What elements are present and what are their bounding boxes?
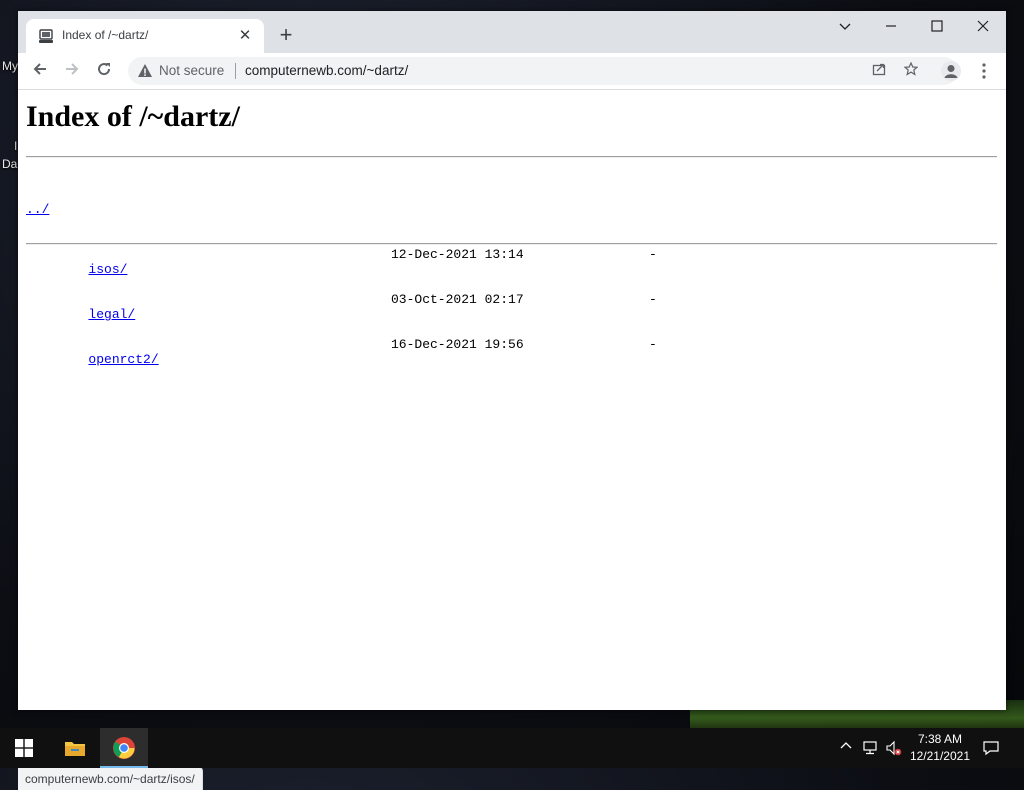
minimize-button[interactable] (868, 11, 914, 43)
taskbar-clock[interactable]: 7:38 AM 12/21/2021 (910, 731, 970, 765)
isos-link[interactable]: isos/ (88, 262, 127, 277)
taskbar: 7:38 AM 12/21/2021 (0, 728, 1024, 768)
forward-button[interactable] (60, 59, 84, 83)
warning-triangle-icon[interactable] (137, 63, 153, 79)
tab-strip: Index of /~dartz/ ✕ + (18, 11, 1006, 53)
arrow-left-icon (33, 63, 46, 75)
address-bar[interactable]: Not secure computernewb.com/~dartz/ (128, 57, 958, 85)
browser-window: Index of /~dartz/ ✕ + Not secure compute… (18, 11, 1006, 790)
desktop-label-da: Da (2, 157, 18, 171)
top-divider (26, 156, 997, 158)
show-hidden-icons-chevron-icon[interactable] (838, 740, 854, 756)
status-bubble: computernewb.com/~dartz/isos/ (18, 767, 203, 790)
file-explorer-button[interactable] (52, 728, 100, 768)
chrome-icon (113, 737, 135, 759)
clock-date: 12/21/2021 (909, 749, 970, 763)
tab-index-dartz[interactable]: Index of /~dartz/ ✕ (26, 19, 264, 53)
tab-close-icon[interactable]: ✕ (236, 27, 254, 45)
start-button[interactable] (0, 728, 48, 768)
browser-toolbar: Not secure computernewb.com/~dartz/ (18, 53, 1006, 90)
server-favicon-icon (39, 29, 53, 43)
url-text[interactable]: computernewb.com/~dartz/ (245, 63, 408, 78)
entry-date: 12-Dec-2021 13:14 (391, 247, 524, 262)
desktop-label-i: I (14, 139, 18, 153)
new-tab-button[interactable]: + (274, 23, 298, 47)
profile-avatar-icon[interactable] (941, 61, 961, 81)
reload-icon (98, 63, 111, 76)
entry-date: 03-Oct-2021 02:17 (391, 292, 524, 307)
tab-title: Index of /~dartz/ (62, 28, 149, 42)
reload-button[interactable] (92, 59, 116, 83)
page-content: Index of /~dartz/ ../ isos/ 12-Dec-2021 … (18, 90, 1006, 790)
arrow-right-icon (66, 63, 79, 75)
back-button[interactable] (28, 59, 52, 83)
desktop-label-my: My (2, 59, 18, 73)
legal-link[interactable]: legal/ (88, 307, 135, 322)
maximize-button[interactable] (914, 11, 960, 43)
volume-muted-icon[interactable] (886, 740, 902, 756)
chrome-taskbar-button[interactable] (100, 728, 148, 768)
page-title: Index of /~dartz/ (26, 100, 240, 133)
list-item: ../ (26, 202, 159, 217)
list-item: legal/ 03-Oct-2021 02:17 - (26, 292, 656, 322)
parent-directory-link[interactable]: ../ (26, 202, 49, 217)
directory-listing: ../ isos/ 12-Dec-2021 13:14 - legal/ 03-… (26, 172, 657, 382)
openrct2-link[interactable]: openrct2/ (88, 352, 158, 367)
folder-icon (65, 742, 85, 756)
entry-size: - (649, 337, 657, 352)
action-center-icon[interactable] (983, 740, 999, 756)
entry-size: - (649, 247, 657, 262)
tab-search-chevron-icon[interactable] (822, 11, 868, 43)
network-icon[interactable] (862, 740, 878, 756)
not-secure-label[interactable]: Not secure (159, 63, 224, 78)
chrome-menu-icon[interactable] (976, 59, 992, 83)
bottom-divider (26, 243, 997, 245)
close-window-button[interactable] (960, 11, 1006, 43)
bookmark-star-icon[interactable] (901, 61, 921, 81)
clock-time: 7:38 AM (917, 732, 962, 746)
windows-logo-icon (15, 739, 33, 757)
list-item: openrct2/ 16-Dec-2021 19:56 - (26, 337, 656, 367)
entry-date: 16-Dec-2021 19:56 (391, 337, 524, 352)
list-item: isos/ 12-Dec-2021 13:14 - (26, 247, 656, 277)
omnibox-divider (235, 63, 236, 79)
share-icon[interactable] (869, 61, 889, 81)
entry-size: - (649, 292, 657, 307)
